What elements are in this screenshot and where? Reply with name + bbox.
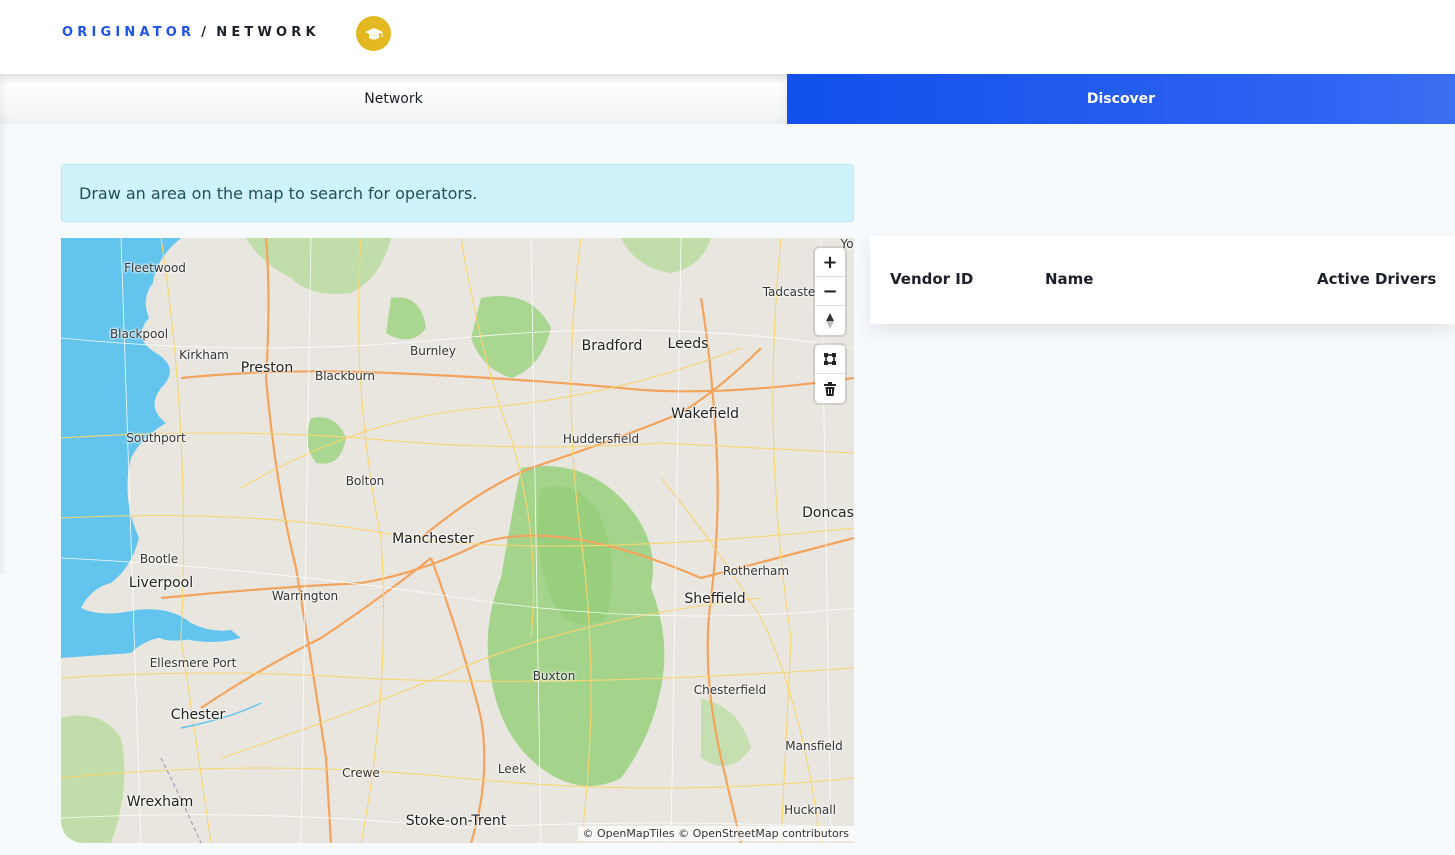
map-label-tadcaster: Tadcaste xyxy=(762,285,816,299)
tab-discover[interactable]: Discover xyxy=(787,74,1455,124)
map-label-buxton: Buxton xyxy=(532,669,576,683)
map-label-burnley: Burnley xyxy=(410,344,456,358)
tab-network[interactable]: Network xyxy=(0,74,787,124)
zoom-in-button[interactable]: + xyxy=(815,248,845,277)
map-label-wrexham: Wrexham xyxy=(126,794,194,810)
breadcrumb-separator: / xyxy=(201,25,211,40)
map-label-chester: Chester xyxy=(170,707,226,723)
map-attribution[interactable]: © OpenMapTiles © OpenStreetMap contribut… xyxy=(577,826,854,841)
trash-button[interactable] xyxy=(815,374,845,403)
breadcrumb-current: NETWORK xyxy=(216,25,320,40)
top-bar: ORIGINATOR / NETWORK xyxy=(0,0,1455,74)
map-label-chesterfield: Chesterfield xyxy=(693,683,767,697)
map-label-kirkham: Kirkham xyxy=(179,348,229,362)
graduation-cap-icon[interactable] xyxy=(356,16,391,51)
map-label-blackpool: Blackpool xyxy=(109,327,169,341)
breadcrumb: ORIGINATOR / NETWORK xyxy=(62,25,320,40)
map-label-bootle: Bootle xyxy=(139,552,179,566)
breadcrumb-root[interactable]: ORIGINATOR xyxy=(62,25,195,40)
map-label-preston: Preston xyxy=(240,360,294,376)
compass-icon xyxy=(826,312,834,329)
column-header-name[interactable]: Name xyxy=(1045,270,1093,288)
map-label-fleetwood: Fleetwood xyxy=(124,261,186,275)
map-label-crewe: Crewe xyxy=(342,766,380,780)
map-label-rotherham: Rotherham xyxy=(722,564,790,578)
map-label-bolton: Bolton xyxy=(345,474,385,488)
map-label-liverpool: Liverpool xyxy=(128,575,194,591)
draw-polygon-icon xyxy=(824,353,836,365)
sidebar-edge-shadow xyxy=(0,124,8,574)
zoom-out-button[interactable]: − xyxy=(815,277,845,306)
map-label-wakefield: Wakefield xyxy=(671,406,739,422)
map-label-leek: Leek xyxy=(497,762,527,776)
map-label-sheffield: Sheffield xyxy=(684,591,746,607)
map-navigation-controls: + − xyxy=(815,248,845,335)
draw-polygon-button[interactable] xyxy=(815,345,845,374)
operators-table: Vendor ID Name Active Drivers xyxy=(870,236,1455,324)
trash-icon xyxy=(824,381,836,396)
tab-bar: Network Discover xyxy=(0,74,1455,124)
map-label-southport: Southport xyxy=(126,431,186,445)
info-alert: Draw an area on the map to search for op… xyxy=(61,164,854,222)
column-header-active-drivers[interactable]: Active Drivers xyxy=(1317,270,1436,288)
map-label-doncaster: Doncas xyxy=(802,505,854,521)
map-label-leeds: Leeds xyxy=(667,336,709,352)
column-header-vendor-id[interactable]: Vendor ID xyxy=(890,270,973,288)
map-label-bradford: Bradford xyxy=(581,338,643,354)
map-label-warrington: Warrington xyxy=(271,589,339,603)
map-label-mansfield: Mansfield xyxy=(785,739,843,753)
map-label-stoke-on-trent: Stoke-on-Trent xyxy=(405,813,507,829)
map-canvas[interactable]: Fleetwood Blackpool Kirkham Preston Burn… xyxy=(61,238,854,843)
map-label-ellesmere-port: Ellesmere Port xyxy=(149,656,237,670)
compass-button[interactable] xyxy=(815,306,845,335)
map-draw-controls xyxy=(815,345,845,403)
map-label-hucknall: Hucknall xyxy=(784,803,836,817)
map-label-huddersfield: Huddersfield xyxy=(562,432,640,446)
map-label-manchester: Manchester xyxy=(392,531,474,547)
map-label-blackburn: Blackburn xyxy=(314,369,376,383)
